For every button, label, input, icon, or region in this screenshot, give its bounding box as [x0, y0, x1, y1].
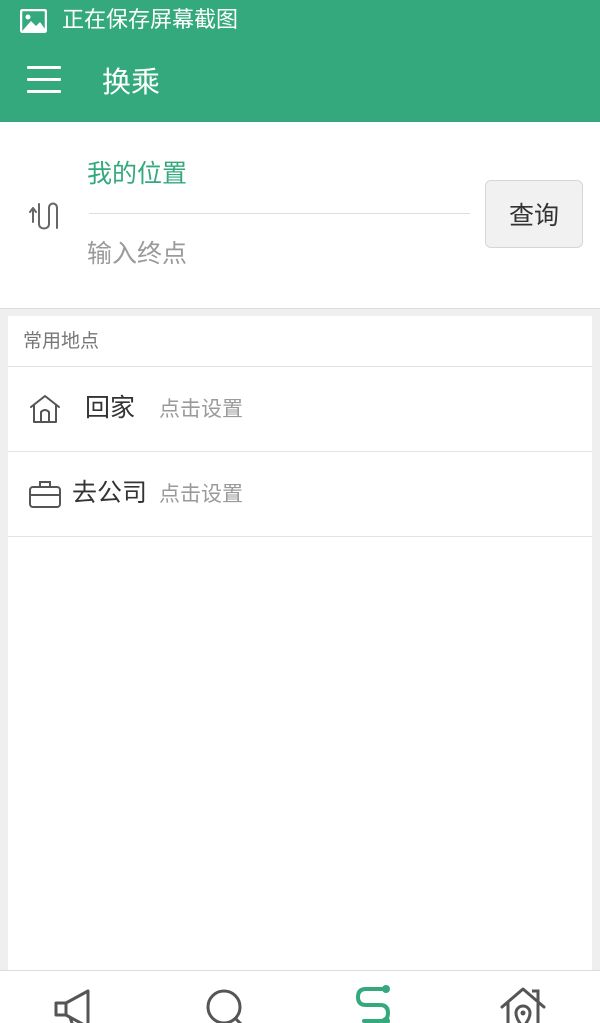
place-hint: 点击设置 — [159, 482, 243, 506]
start-location-field[interactable]: 我的位置 — [87, 157, 467, 191]
destination-input[interactable]: 输入终点 — [87, 237, 467, 271]
list-item-work[interactable]: 去公司 点击设置 — [8, 452, 592, 537]
section-title: 常用地点 — [23, 330, 100, 352]
menu-icon[interactable] — [27, 66, 61, 96]
search-icon[interactable] — [200, 981, 250, 1023]
route-input-panel: 我的位置 输入终点 查询 — [0, 122, 600, 309]
place-name: 回家 — [85, 393, 136, 422]
place-hint: 点击设置 — [159, 397, 243, 421]
frequent-places-header: 常用地点 — [8, 316, 592, 367]
bottom-navigation — [0, 970, 600, 1023]
image-icon — [20, 9, 47, 33]
status-notification-text: 正在保存屏幕截图 — [62, 8, 239, 33]
route-icon[interactable] — [350, 981, 400, 1023]
list-item-home[interactable]: 回家 点击设置 — [8, 367, 592, 452]
status-bar: 正在保存屏幕截图 — [0, 0, 600, 44]
swap-icon[interactable] — [29, 200, 61, 232]
briefcase-icon — [29, 481, 61, 508]
page-title: 换乘 — [102, 65, 161, 99]
field-divider — [89, 213, 470, 214]
frequent-places-card: 常用地点 回家 点击设置 去公司 点击设置 — [8, 316, 592, 976]
home-location-icon[interactable] — [498, 981, 548, 1023]
query-button[interactable]: 查询 — [485, 180, 583, 248]
home-icon — [30, 395, 60, 423]
top-bar: 正在保存屏幕截图 换乘 — [0, 0, 600, 122]
megaphone-icon[interactable] — [52, 981, 102, 1023]
place-name: 去公司 — [72, 478, 148, 507]
